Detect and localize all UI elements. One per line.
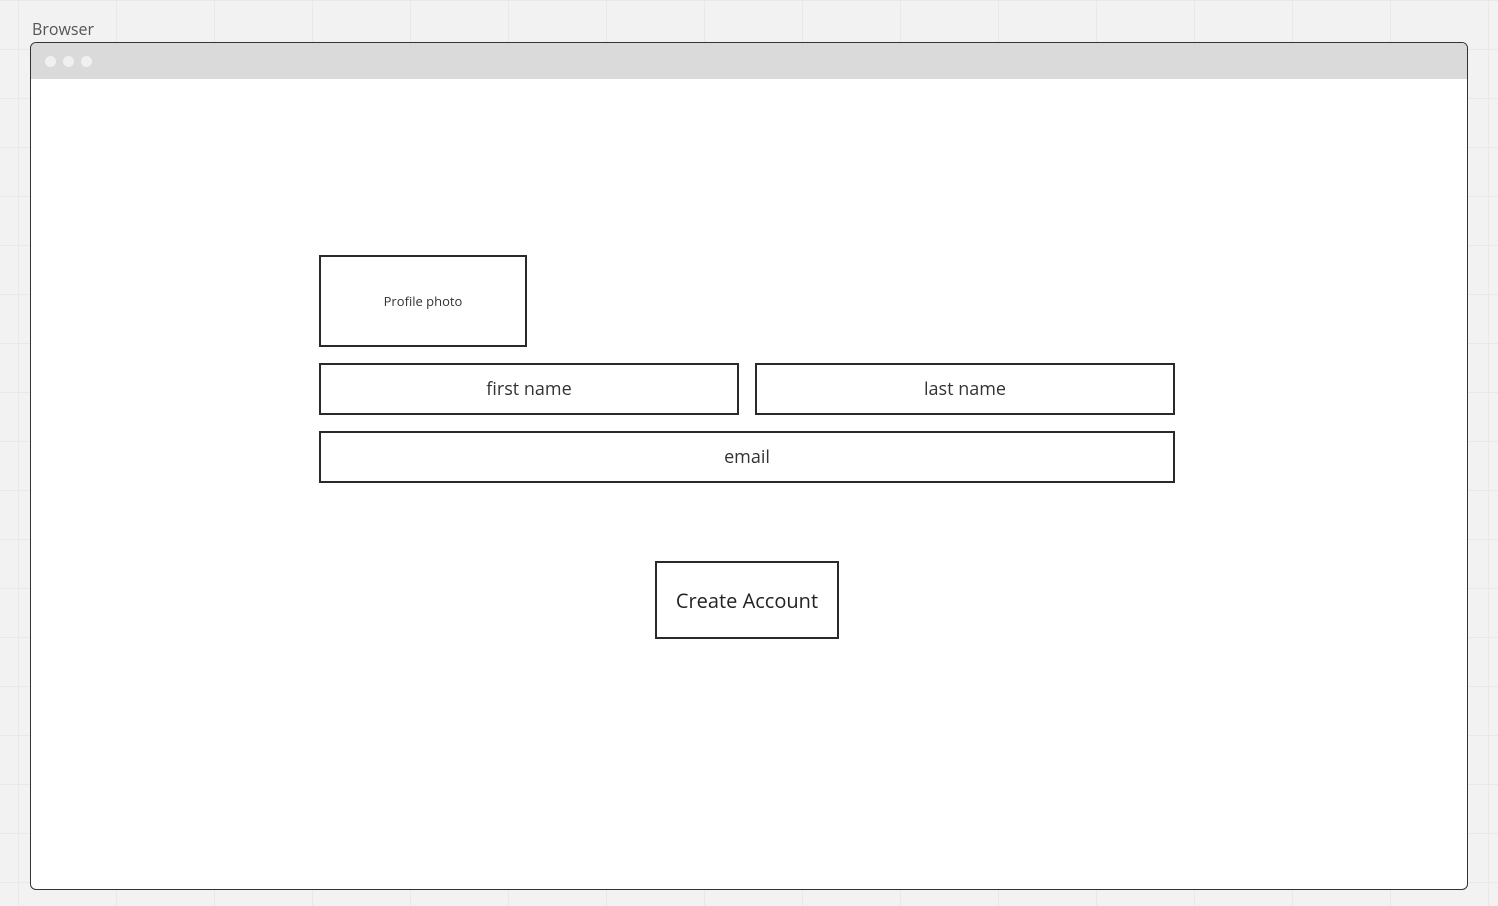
email-input[interactable]: [319, 431, 1175, 483]
submit-row: Create Account: [319, 561, 1175, 639]
window-close-icon[interactable]: [45, 56, 56, 67]
last-name-input[interactable]: [755, 363, 1175, 415]
first-name-input[interactable]: [319, 363, 739, 415]
window-titlebar: [31, 43, 1467, 79]
window-minimize-icon[interactable]: [63, 56, 74, 67]
browser-window: Profile photo Create Account: [30, 42, 1468, 890]
profile-photo-label: Profile photo: [384, 292, 463, 310]
profile-photo-upload[interactable]: Profile photo: [319, 255, 527, 347]
create-account-button[interactable]: Create Account: [655, 561, 839, 639]
signup-form: Profile photo Create Account: [319, 255, 1175, 639]
name-row: [319, 363, 1175, 415]
canvas-tab-label: Browser: [32, 18, 94, 40]
window-maximize-icon[interactable]: [81, 56, 92, 67]
